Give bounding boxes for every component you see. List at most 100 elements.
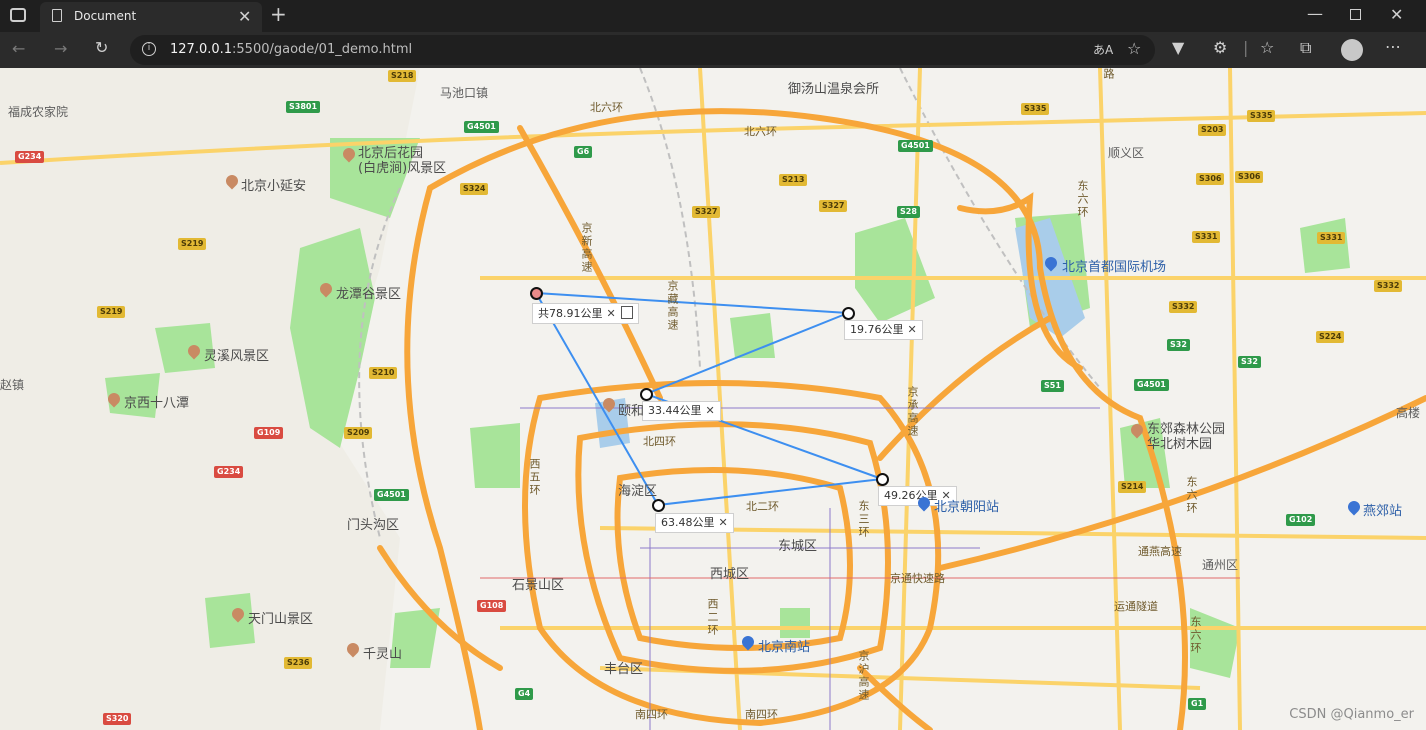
road-shield: S210 [369,367,398,379]
map-label: 颐和 [618,404,645,419]
favorites-icon[interactable]: ☆ [1260,40,1274,56]
road-shield: S209 [344,427,373,439]
road-label: 京沪高速 [857,650,870,702]
road-shield: G4 [515,688,534,700]
read-aloud-icon[interactable]: あA [1093,42,1113,58]
road-shield: G109 [254,427,284,439]
measure-segment-label: 63.48公里 ✕ [655,513,734,533]
green-area [780,608,810,638]
back-icon[interactable]: ← [12,41,25,57]
toolbar: ← → ↻ i 127.0.0.1:5500/gaode/01_demo.htm… [0,32,1426,68]
map-label: 赵镇 [0,378,25,392]
measure-segment-label: 19.76公里 ✕ [844,320,923,340]
map-label: 马池口镇 [440,86,489,100]
close-icon[interactable]: ✕ [908,323,917,336]
road-shield: S224 [1316,331,1345,343]
url-text: 127.0.0.1:5500/gaode/01_demo.html [170,42,412,57]
profile-avatar[interactable] [1341,39,1363,61]
map-label: 西城区 [710,567,750,582]
road-shield: G1 [1188,698,1207,710]
tab-document[interactable]: Document ✕ [40,2,262,32]
map-label: 灵溪风景区 [204,349,270,364]
site-info-icon[interactable]: i [142,42,156,56]
map-label: 北京首都国际机场 [1062,260,1167,275]
map-label: 福成农家院 [8,105,69,119]
measure-vertex[interactable] [842,307,855,320]
tab-title: Document [74,9,137,23]
map-label: 丰台区 [604,662,644,677]
road-shield: G4501 [374,489,409,501]
close-icon[interactable]: ✕ [719,516,728,529]
close-tab-icon[interactable]: ✕ [238,9,251,25]
road-shield: G108 [477,600,507,612]
measure-vertex[interactable] [876,473,889,486]
map-label: 石景山区 [512,578,565,593]
road-label: 路 [1102,68,1115,81]
map-label: 华北树木园 [1147,437,1213,452]
map-label: 京西十八潭 [124,396,190,411]
road-label: 京新高速 [580,222,593,274]
watermark: CSDN @Qianmo_er [1289,707,1414,722]
address-bar[interactable]: i 127.0.0.1:5500/gaode/01_demo.html あA ☆ [130,35,1155,65]
more-menu-icon[interactable]: ⋯ [1385,39,1401,55]
road-label: 北二环 [746,500,779,513]
map-label: 千灵山 [363,647,403,662]
road-label: 西二环 [706,598,719,637]
extensions-icon[interactable]: ⚙ [1213,40,1227,56]
road-shield: S219 [97,306,126,318]
map-label: 北京小延安 [241,179,307,194]
road-shield: S332 [1374,280,1403,292]
road-shield: S327 [819,200,848,212]
road-shield: S3801 [286,101,321,113]
road-shield: S51 [1041,380,1064,392]
green-area [470,423,520,488]
map-canvas[interactable]: 共78.91公里 ✕ 19.76公里 ✕ 33.44公里 ✕ 49.26公里 ✕ 63.… [0,68,1426,730]
road-shield: G102 [1286,514,1316,526]
road-label: 京承高速 [906,386,919,438]
road-label: 东六环 [1189,616,1202,655]
road-label: 东三环 [857,500,870,539]
trash-icon[interactable] [620,306,633,319]
road-shield: S32 [1167,339,1190,351]
road-label: 南四环 [745,708,778,721]
browser-window: Document ✕ + — ✕ ← → ↻ i 127.0.0.1:5500/… [0,0,1426,730]
url-host: 127.0.0.1 [170,42,233,57]
divider: | [1243,38,1249,57]
map-label: 御汤山温泉会所 [788,82,880,97]
map-label: 顺义区 [1108,146,1145,160]
measure-vertex[interactable] [652,499,665,512]
road-shield: S306 [1235,171,1264,183]
map-label: 海淀区 [618,484,658,499]
reload-icon[interactable]: ↻ [95,40,108,56]
road-shield: S331 [1192,231,1221,243]
vpn-icon[interactable]: ▼ [1172,40,1184,56]
map-label: 高楼 [1396,406,1421,420]
road-shield: S28 [897,206,920,218]
new-tab-icon[interactable]: + [270,4,287,24]
road-shield: S331 [1317,232,1346,244]
forward-icon[interactable]: → [54,41,67,57]
road-label: 东六环 [1076,180,1089,219]
road-shield: S32 [1238,356,1261,368]
close-icon[interactable]: ✕ [607,307,616,320]
close-icon[interactable]: ✕ [706,404,715,417]
road-shield: S324 [460,183,489,195]
collections-icon[interactable]: ⧉ [1300,40,1311,56]
map-label: 通州区 [1202,558,1239,572]
road-shield: S306 [1196,173,1225,185]
map-label: 龙潭谷景区 [336,287,402,302]
measure-start-vertex[interactable] [530,287,543,300]
close-window-icon[interactable]: ✕ [1390,7,1403,23]
road-shield: S236 [284,657,313,669]
road-shield: G234 [15,151,45,163]
tab-actions-icon[interactable] [10,8,26,22]
map-label: 天门山景区 [248,612,314,627]
road-shield: S218 [388,70,417,82]
favorite-star-icon[interactable]: ☆ [1127,41,1141,57]
minimize-icon[interactable]: — [1307,6,1323,22]
page-icon [52,9,62,22]
url-path: :5500/gaode/01_demo.html [232,42,413,57]
measure-total-text: 共78.91公里 [538,307,603,320]
maximize-icon[interactable] [1350,9,1361,20]
road-shield: G234 [214,466,244,478]
